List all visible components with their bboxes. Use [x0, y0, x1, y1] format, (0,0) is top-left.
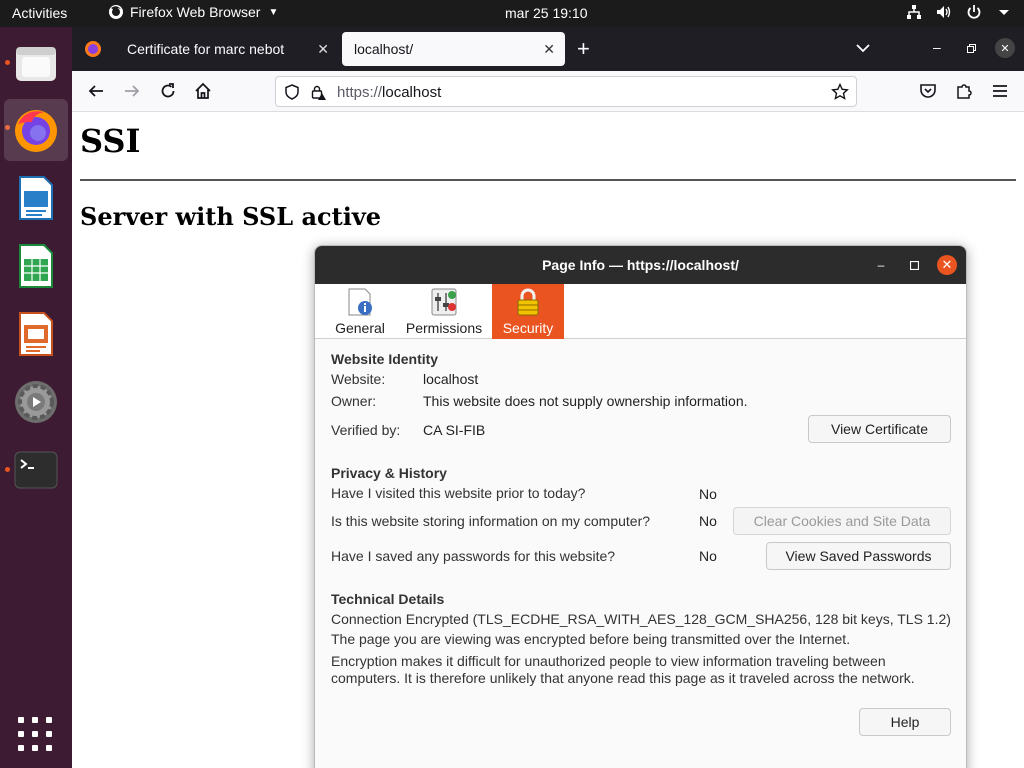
minimize-icon[interactable]: – — [871, 255, 891, 275]
bookmark-star-icon[interactable] — [831, 83, 849, 101]
passwords-answer: No — [699, 548, 717, 564]
navigation-bar: https://localhost — [72, 71, 1024, 112]
encryption-explanation-text: Encryption makes it difficult for unauth… — [331, 653, 915, 686]
extensions-button[interactable] — [954, 81, 974, 101]
storing-question: Is this website storing information on m… — [331, 513, 651, 529]
back-arrow-icon — [88, 85, 103, 97]
firefox-icon — [109, 5, 123, 19]
firefox-icon[interactable] — [4, 99, 68, 161]
encryption-summary-text: The page you are viewing was encrypted b… — [331, 631, 851, 647]
firefox-view-icon[interactable] — [84, 40, 102, 58]
tab-security[interactable]: Security — [492, 284, 564, 339]
puzzle-icon — [957, 84, 972, 99]
writer-icon[interactable] — [4, 167, 68, 229]
tab-permissions[interactable]: Permissions — [401, 284, 487, 339]
restore-icon[interactable] — [967, 44, 976, 53]
tab-permissions-label: Permissions — [405, 320, 483, 336]
new-tab-button[interactable]: + — [577, 36, 590, 62]
calc-icon[interactable] — [4, 235, 68, 297]
owner-value: This website does not supply ownership i… — [423, 393, 748, 409]
owner-label: Owner: — [331, 393, 377, 409]
list-all-tabs-icon[interactable] — [855, 41, 871, 55]
page-subheading: Server with SSL active — [80, 202, 382, 231]
show-apps-icon[interactable] — [18, 717, 52, 751]
connection-encrypted-text: Connection Encrypted (TLS_ECDHE_RSA_WITH… — [331, 611, 951, 627]
tab-general-label: General — [335, 320, 385, 336]
tab-label: localhost/ — [354, 41, 414, 57]
url-text: https://localhost — [337, 84, 441, 101]
back-button[interactable] — [86, 81, 106, 101]
tab-localhost[interactable]: localhost/ ✕ — [342, 32, 565, 66]
permissions-icon — [431, 288, 457, 316]
impress-icon[interactable] — [4, 303, 68, 365]
passwords-question: Have I saved any passwords for this webs… — [331, 548, 616, 564]
window-close-icon[interactable]: ✕ — [995, 38, 1015, 58]
clock[interactable]: mar 25 19:10 — [505, 5, 588, 21]
visited-answer: No — [699, 486, 717, 502]
view-saved-passwords-button[interactable]: View Saved Passwords — [766, 542, 951, 570]
pocket-icon — [920, 84, 936, 98]
dock — [0, 27, 72, 768]
info-page-icon — [348, 288, 372, 316]
privacy-heading: Privacy & History — [331, 465, 447, 481]
home-button[interactable] — [193, 81, 213, 101]
clear-cookies-button[interactable]: Clear Cookies and Site Data — [733, 507, 951, 535]
padlock-icon — [517, 288, 539, 316]
page-info-tabs: General Permissions Security — [315, 284, 966, 339]
verified-by-value: CA SI-FIB — [423, 422, 486, 438]
storing-answer: No — [699, 513, 717, 529]
close-icon[interactable]: ✕ — [543, 41, 555, 58]
dialog-title: Page Info — https://localhost/ — [542, 257, 739, 273]
tab-strip: Certificate for marc nebot ✕ localhost/ … — [72, 27, 1024, 71]
minimize-icon[interactable]: – — [933, 39, 941, 55]
app-name: Firefox Web Browser — [130, 4, 261, 20]
url-bar[interactable]: https://localhost — [275, 76, 857, 107]
view-certificate-button[interactable]: View Certificate — [808, 415, 951, 443]
maximize-icon[interactable] — [904, 255, 924, 275]
url-host: localhost — [382, 84, 442, 101]
lock-warning-icon[interactable] — [310, 84, 326, 100]
reload-icon — [161, 83, 175, 98]
tab-security-label: Security — [502, 320, 554, 336]
visited-question: Have I visited this website prior to tod… — [331, 485, 586, 501]
identity-heading: Website Identity — [331, 351, 439, 367]
shield-icon[interactable] — [284, 84, 300, 100]
status-menu[interactable] — [906, 4, 1012, 20]
chevron-down-icon: ▼ — [268, 6, 279, 18]
tab-certificate[interactable]: Certificate for marc nebot ✕ — [115, 32, 339, 66]
files-icon[interactable] — [4, 32, 68, 94]
close-icon[interactable]: ✕ — [317, 41, 329, 58]
technical-heading: Technical Details — [331, 591, 445, 607]
pocket-button[interactable] — [918, 81, 938, 101]
help-button[interactable]: Help — [859, 708, 951, 736]
tab-label: Certificate for marc nebot — [127, 41, 285, 57]
page-info-dialog: Page Info — https://localhost/ – ✕ Gener… — [314, 245, 967, 768]
forward-arrow-icon — [125, 85, 140, 97]
dialog-titlebar[interactable]: Page Info — https://localhost/ – ✕ — [315, 246, 966, 284]
menu-button[interactable] — [990, 81, 1010, 101]
terminal-icon[interactable] — [4, 439, 68, 501]
activities-button[interactable]: Activities — [12, 5, 67, 21]
gnome-top-bar: Activities Firefox Web Browser ▼ mar 25 … — [0, 0, 1024, 27]
home-icon — [195, 82, 211, 99]
volume-icon — [937, 6, 951, 18]
page-heading: SSI — [80, 122, 141, 160]
forward-button[interactable] — [122, 81, 142, 101]
network-icon — [907, 5, 921, 19]
app-menu-button[interactable]: Firefox Web Browser ▼ — [108, 4, 278, 20]
chevron-down-icon — [999, 10, 1009, 15]
verified-by-label: Verified by: — [331, 422, 401, 438]
website-value: localhost — [423, 371, 479, 387]
divider — [80, 179, 1016, 181]
reload-button[interactable] — [158, 81, 178, 101]
settings-icon[interactable] — [4, 371, 68, 433]
website-label: Website: — [331, 371, 386, 387]
power-icon — [967, 5, 981, 19]
hamburger-menu-icon — [993, 85, 1007, 97]
tab-general[interactable]: General — [331, 284, 389, 339]
close-icon[interactable]: ✕ — [937, 255, 957, 275]
url-protocol: https:// — [337, 84, 383, 101]
